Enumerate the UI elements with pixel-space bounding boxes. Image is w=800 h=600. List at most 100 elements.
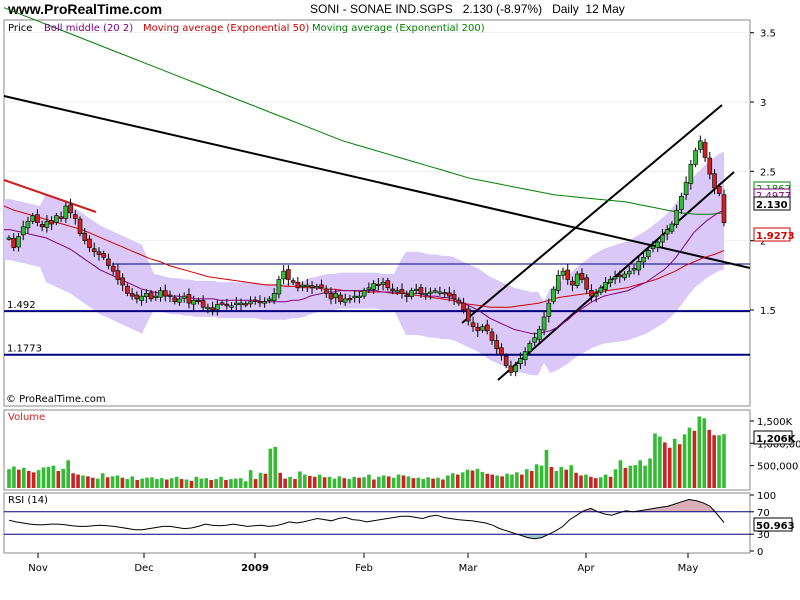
volume-bar	[391, 477, 396, 488]
volume-bar	[490, 474, 495, 488]
volume-bar	[317, 474, 322, 488]
price-axis: 1.522.533.5	[750, 29, 776, 317]
volume-bar	[258, 472, 263, 488]
candle	[551, 286, 556, 305]
date-label: May	[678, 563, 699, 574]
volume-bar	[199, 478, 204, 488]
date-label: Feb	[355, 563, 373, 574]
volume-bar	[31, 472, 36, 488]
volume-bar	[702, 418, 707, 488]
volume-bar	[436, 477, 440, 488]
volume-bar	[485, 473, 490, 488]
price-tick-label: 2.5	[760, 167, 776, 178]
volume-bar	[95, 478, 100, 488]
volume-bar	[194, 476, 199, 488]
volume-bar	[470, 470, 475, 488]
volume-bar	[386, 476, 391, 488]
volume-bar	[589, 476, 593, 488]
price-tick-label: 3	[760, 98, 766, 109]
rsi-tick-label: 0	[757, 547, 763, 558]
volume-bar	[140, 478, 144, 488]
volume-title: Volume	[8, 412, 45, 423]
volume-bar	[460, 472, 465, 488]
volume-bar	[628, 465, 633, 488]
volume-bar	[179, 479, 184, 488]
volume-bar	[455, 474, 460, 488]
volume-bar	[312, 476, 317, 488]
volume-bar	[307, 475, 312, 488]
volume-bar	[303, 474, 307, 488]
volume-bar	[638, 460, 642, 488]
volume-bar	[342, 478, 347, 488]
volume-bar	[515, 472, 519, 488]
volume-bar	[81, 475, 85, 488]
volume-bar	[500, 476, 504, 488]
volume-bar	[416, 477, 421, 488]
volume-bar	[61, 468, 66, 488]
volume-bar	[603, 474, 608, 488]
support-label-1492: 1.492	[7, 300, 36, 311]
volume-bar	[505, 473, 509, 488]
volume-bar	[219, 476, 223, 488]
volume-bar	[554, 471, 559, 488]
volume-bar	[687, 427, 692, 488]
volume-bar	[91, 477, 95, 488]
volume-bar	[293, 479, 297, 488]
candle	[574, 271, 580, 289]
volume-bar	[150, 477, 154, 488]
volume-bar	[643, 465, 647, 488]
volume-bar	[421, 479, 426, 488]
volume-bar	[712, 435, 716, 488]
volume-bar	[564, 469, 569, 488]
volume-bar	[658, 436, 662, 488]
volume-bar	[569, 465, 573, 488]
price-panel	[3, 19, 751, 407]
volume-bar	[377, 476, 381, 488]
volume-bar	[717, 435, 721, 488]
volume-bar	[7, 469, 11, 488]
volume-bar	[633, 465, 638, 488]
price-tick-label: 1.5	[760, 306, 776, 317]
volume-bar	[100, 473, 105, 488]
date-label: Mar	[459, 563, 479, 574]
volume-bar	[224, 479, 228, 488]
candle	[77, 216, 83, 237]
volume-bar	[51, 465, 56, 488]
volume-bar	[268, 448, 273, 488]
volume-bar	[214, 479, 218, 488]
volume-bar	[692, 430, 697, 488]
volume-bar	[667, 447, 672, 488]
volume-tick-label: 1,500K	[757, 417, 793, 428]
volume-bar	[682, 434, 687, 488]
volume-bar	[465, 469, 470, 488]
volume-bar	[298, 471, 302, 488]
volume-bar	[608, 476, 613, 488]
volume-bar	[145, 477, 149, 488]
volume-bar	[130, 476, 135, 488]
volume-bar	[110, 476, 115, 488]
volume-bar	[184, 479, 189, 488]
volume-bar	[362, 477, 366, 488]
volume-bar	[263, 473, 268, 488]
rsi-last-label: 50.963	[756, 521, 795, 532]
volume-bar	[36, 470, 41, 488]
volume-bar	[480, 471, 485, 488]
legend-bollinger: Boll middle (20 2)	[44, 23, 133, 34]
volume-bar	[663, 442, 667, 488]
volume-bar	[17, 469, 21, 488]
volume-bar	[520, 474, 524, 488]
volume-bar	[253, 479, 258, 488]
volume-bar	[401, 475, 406, 488]
volume-bar	[372, 479, 376, 488]
volume-bar	[441, 479, 445, 488]
volume-bar	[544, 450, 549, 488]
stock-chart: 1.522.533.5 1.492 1.1773 Price Boll midd…	[3, 7, 800, 574]
volume-bar	[71, 473, 75, 488]
volume-bar	[46, 466, 51, 488]
volume-bar	[450, 473, 455, 488]
volume-last-box: 1,206K	[753, 430, 797, 445]
volume-tick-label: 500,000	[757, 462, 798, 473]
volume-bar	[288, 476, 292, 488]
volume-bar	[278, 472, 283, 488]
volume-last-label: 1,206K	[756, 434, 797, 445]
